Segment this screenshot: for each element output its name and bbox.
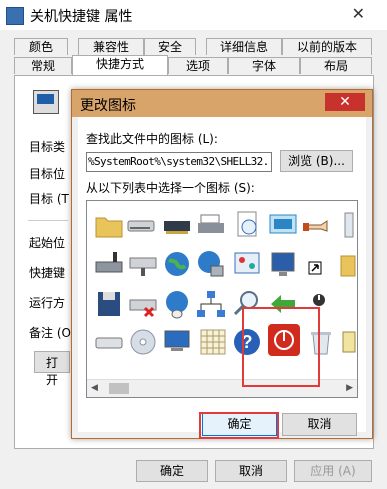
change-icon-dialog: 更改图标 ✕ 查找此文件中的图标 (L): %SystemRoot%\syste… — [71, 89, 373, 439]
drive-remote-icon[interactable] — [127, 248, 159, 280]
open-location-button[interactable]: 打开 — [34, 351, 70, 387]
outer-cancel-button[interactable]: 取消 — [215, 460, 287, 482]
scroll-left-icon[interactable]: ◀ — [91, 383, 98, 393]
tab-compatibility[interactable]: 兼容性 — [78, 38, 144, 55]
window-icon[interactable] — [267, 209, 299, 241]
drive-icon[interactable] — [125, 209, 157, 241]
printer-icon[interactable] — [195, 209, 227, 241]
separator — [28, 220, 68, 221]
clock-document-icon[interactable] — [232, 209, 264, 241]
start-in-label: 起始位 — [29, 236, 66, 250]
browse-button[interactable]: 浏览 (B)... — [280, 150, 353, 172]
floppy-icon[interactable] — [93, 288, 125, 320]
scroll-thumb[interactable] — [109, 383, 129, 394]
app-icon — [6, 7, 24, 25]
pointing-hand-icon[interactable] — [301, 209, 333, 241]
open-location-label: 打开 — [46, 356, 59, 387]
outer-ok-button[interactable]: 确定 — [136, 460, 208, 482]
network-icon[interactable] — [195, 288, 227, 320]
tab-font[interactable]: 字体 — [228, 57, 300, 74]
tab-shortcut[interactable]: 快捷方式 — [72, 55, 168, 75]
path-label: 查找此文件中的图标 (L): — [86, 132, 218, 146]
partial-icon[interactable] — [339, 209, 357, 241]
drive-network-icon[interactable] — [93, 248, 125, 280]
target-label: 目标 (T — [29, 192, 69, 206]
drive-x-icon[interactable] — [127, 288, 159, 320]
control-panel-icon[interactable] — [231, 248, 263, 280]
tab-layout[interactable]: 布局 — [300, 57, 372, 74]
dialog-cancel-button[interactable]: 取消 — [282, 413, 357, 436]
memory-chip-icon[interactable] — [161, 209, 193, 241]
shortcut-arrow-icon[interactable] — [303, 248, 335, 280]
close-icon[interactable]: ✕ — [352, 4, 365, 23]
target-type-label: 目标类 — [29, 140, 66, 154]
tab-color[interactable]: 颜色 — [14, 38, 68, 55]
highlight-ok-button — [199, 412, 279, 439]
title-bar: 关机快捷键 属性 ✕ — [0, 0, 387, 30]
folder-doc-icon[interactable] — [337, 248, 357, 280]
icon-list-label: 从以下列表中选择一个图标 (S): — [86, 181, 255, 195]
tab-details[interactable]: 详细信息 — [206, 38, 282, 55]
shortcut-file-icon — [33, 90, 59, 114]
icon-file-path-input[interactable]: %SystemRoot%\system32\SHELL32. — [86, 152, 272, 172]
monitor-icon[interactable] — [267, 248, 299, 280]
target-location-label: 目标位 — [29, 167, 66, 181]
globe-mouse-icon[interactable] — [161, 288, 193, 320]
globe-icon[interactable] — [161, 248, 193, 280]
dialog-title: 更改图标 — [80, 98, 136, 114]
hotkey-label: 快捷键 — [29, 266, 66, 280]
computer-icon[interactable] — [161, 326, 193, 358]
scroll-right-icon[interactable]: ▶ — [346, 383, 353, 393]
dialog-title-bar: 更改图标 ✕ — [72, 90, 372, 117]
tab-previous-versions[interactable]: 以前的版本 — [282, 38, 372, 55]
comment-label: 备注 (O — [29, 326, 71, 340]
partial-icon[interactable] — [339, 326, 357, 358]
window-title: 关机快捷键 属性 — [30, 9, 133, 25]
grid-icon[interactable] — [197, 326, 229, 358]
run-label: 运行方 — [29, 296, 66, 310]
cd-icon[interactable] — [127, 326, 159, 358]
folder-icon[interactable] — [93, 209, 125, 241]
highlight-selected-icon — [242, 307, 320, 387]
dialog-close-button[interactable]: ✕ — [325, 93, 365, 111]
tab-general[interactable]: 常规 — [14, 57, 72, 74]
drive-flat-icon[interactable] — [93, 326, 125, 358]
tab-security[interactable]: 安全 — [144, 38, 196, 55]
outer-apply-button[interactable]: 应用 (A) — [294, 460, 372, 482]
tab-options[interactable]: 选项 — [168, 57, 228, 74]
network-globe-icon[interactable] — [195, 248, 227, 280]
